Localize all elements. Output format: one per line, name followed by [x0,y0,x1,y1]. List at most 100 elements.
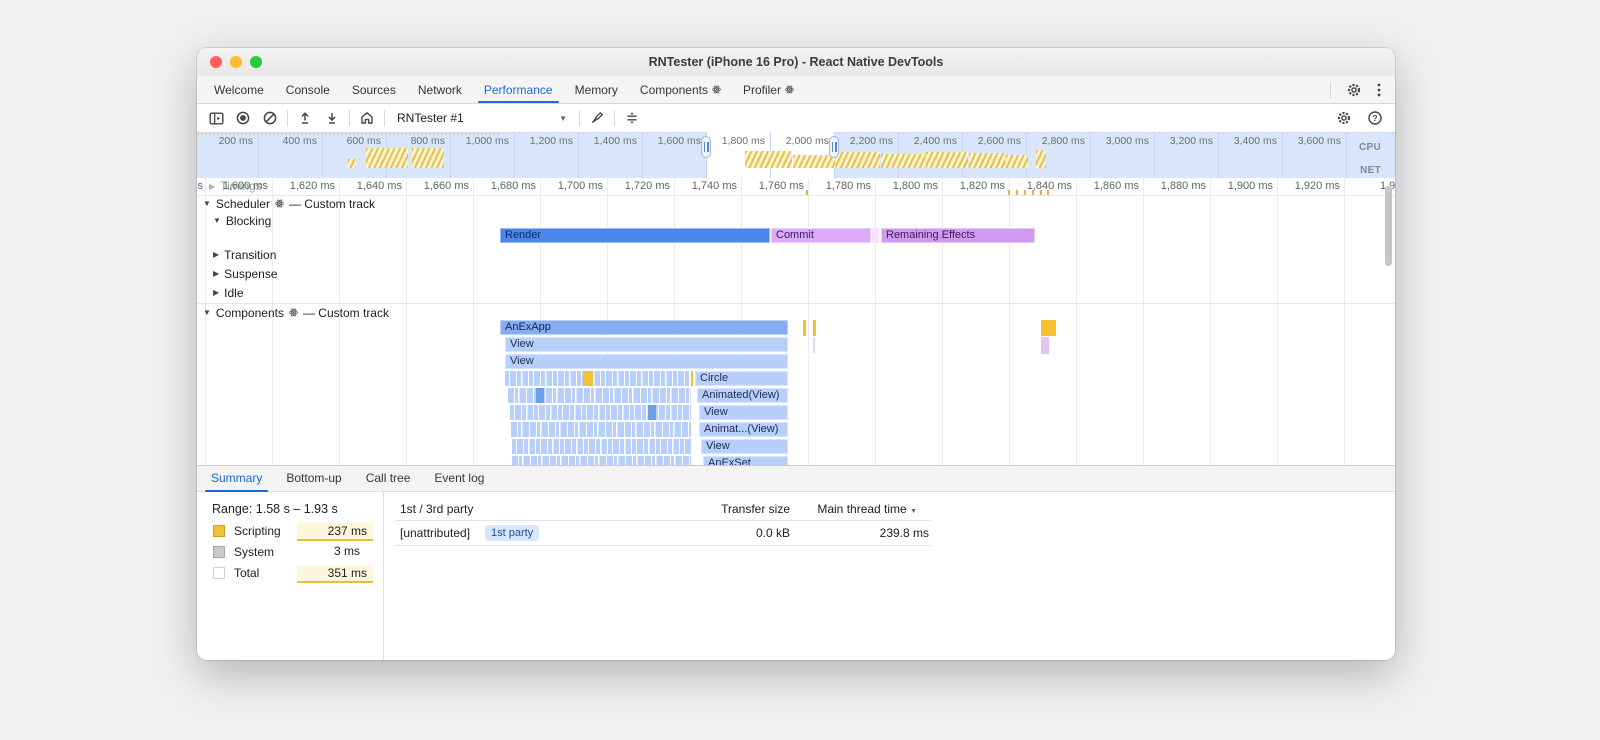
flame-bar-anexset[interactable]: AnExSet [703,456,788,465]
tab-label: Console [285,82,330,97]
flame-bar-animated-view[interactable]: Animated(View) [697,388,788,403]
table-header-main-thread-time[interactable]: Main thread time ▼ [767,502,917,516]
capture-settings-gear-icon[interactable] [1336,110,1352,126]
flame-segments[interactable] [512,456,691,465]
flame-segments[interactable] [512,439,691,454]
track-label: Transition [224,247,277,262]
tab-profiler[interactable]: Profiler [732,76,805,103]
divider [349,110,350,126]
help-icon[interactable]: ? [1367,110,1383,126]
table-row-name[interactable]: [unattributed] [400,526,470,540]
flame-bar-animated-view2[interactable]: Animat...(View) [699,422,788,437]
tab-sources[interactable]: Sources [341,76,407,103]
collapse-arrow-icon[interactable]: ▶ [213,269,219,278]
zoom-window-button[interactable] [250,56,262,68]
tab-label: Welcome [214,82,264,97]
ruler-tick-label: 1,800 ms [892,180,938,192]
sort-desc-icon: ▼ [910,508,917,515]
home-icon[interactable] [357,108,377,128]
ruler-tick-label: 1,700 ms [557,180,603,192]
devtools-window: RNTester (iPhone 16 Pro) - React Native … [197,48,1395,660]
collapse-arrow-icon[interactable]: ▼ [203,199,211,208]
grip-lines [835,142,837,152]
tabbar-right [1330,76,1395,103]
close-window-button[interactable] [210,56,222,68]
timeline-gridline [1277,178,1278,465]
load-profile-icon[interactable] [295,108,315,128]
cpu-row-label: CPU [1358,142,1381,153]
flame-bar-view[interactable]: View [505,354,788,369]
save-profile-icon[interactable] [322,108,342,128]
record-icon[interactable] [233,108,253,128]
timeline-gridline [1210,178,1211,465]
collapse-tracks-icon[interactable] [622,108,642,128]
tab-memory[interactable]: Memory [564,76,629,103]
ruler-tick-label: 1,880 ms [1160,180,1206,192]
track-scheduler[interactable]: ▼ Scheduler — Custom track [203,196,375,211]
settings-gear-icon[interactable] [1346,82,1362,98]
tab-components[interactable]: Components [629,76,732,103]
cpu-activity-hatch [1006,155,1028,168]
ruler-tick-label: 1,860 ms [1093,180,1139,192]
collapse-arrow-icon[interactable]: ▶ [213,288,219,297]
timeline-gridline [875,178,876,465]
grip-lines [831,142,833,152]
collapse-arrow-icon[interactable]: ▶ [213,250,219,259]
overview-tick-label: 800 ms [410,135,445,147]
legend-value: 237 ms [297,523,373,541]
track-label: Idle [224,285,244,300]
flame-bar-circle[interactable]: Circle [695,371,788,386]
clear-icon[interactable] [260,108,280,128]
track-idle[interactable]: ▶ Idle [213,285,244,300]
timeline-gridline [406,178,407,465]
flame-bar-view[interactable]: View [701,439,788,454]
interaction-tick [1024,190,1026,195]
track-suspense[interactable]: ▶ Suspense [213,266,278,281]
vertical-scrollbar[interactable] [1385,186,1392,266]
cpu-activity-hatch [745,151,792,168]
flame-bar-view[interactable]: View [699,405,788,420]
collapse-arrow-icon[interactable]: ▼ [213,216,221,225]
flame-segments[interactable] [510,405,691,420]
minimize-window-button[interactable] [230,56,242,68]
flame-segments[interactable] [505,371,689,386]
performance-toolbar: RNTester #1 ▼ ? [197,104,1395,132]
bottom-tab-event-log[interactable]: Event log [422,466,496,491]
overview-tick-label: 2,000 ms [785,135,829,147]
scripting-tick [813,320,816,336]
collapse-arrow-icon[interactable]: ▼ [203,308,211,317]
timeline-overview[interactable]: CPU NET 200 ms 400 ms 600 ms 800 ms 1,000 ms… [197,132,1395,178]
more-options-kebab-icon[interactable] [1377,82,1381,98]
timeline-flamechart[interactable]: ▶ Timings s 1,600 ms 1,620 ms 1,640 ms 1,660 m… [197,178,1395,465]
tab-welcome[interactable]: Welcome [203,76,275,103]
flame-bar-commit[interactable]: Commit [771,228,871,243]
overview-tick-label: 1,400 ms [593,135,637,147]
tab-network[interactable]: Network [407,76,473,103]
scripting-block[interactable] [1041,320,1056,336]
overview-tick-label: 3,200 ms [1169,135,1213,147]
flame-bar-remaining-effects[interactable]: Remaining Effects [881,228,1035,243]
tab-console[interactable]: Console [275,76,341,103]
track-transition[interactable]: ▶ Transition [213,247,276,262]
brush-icon[interactable] [587,108,607,128]
selection-right-handle[interactable] [829,136,839,158]
toggle-sidebar-icon[interactable] [206,108,226,128]
track-components[interactable]: ▼ Components — Custom track [203,305,389,320]
flame-segments[interactable] [511,422,691,437]
track-blocking[interactable]: ▼ Blocking [213,213,271,228]
selection-left-handle[interactable] [701,136,711,158]
tab-performance[interactable]: Performance [473,76,564,103]
overview-tick-label: 1,200 ms [529,135,573,147]
legend-label: System [234,545,275,559]
track-label: Scheduler [215,196,270,211]
target-selector[interactable]: RNTester #1 ▼ [392,111,572,125]
overview-tick-label: 200 ms [218,135,253,147]
target-selector-value: RNTester #1 [397,111,464,125]
tab-label: Components [639,82,708,97]
flame-bar-anexapp[interactable]: AnExApp [500,320,788,335]
flame-bar-view[interactable]: View [505,337,788,352]
flame-segment-scripting[interactable] [583,371,593,386]
effect-block[interactable] [1041,337,1049,354]
divider [384,110,385,126]
flame-bar-render[interactable]: Render [500,228,770,243]
